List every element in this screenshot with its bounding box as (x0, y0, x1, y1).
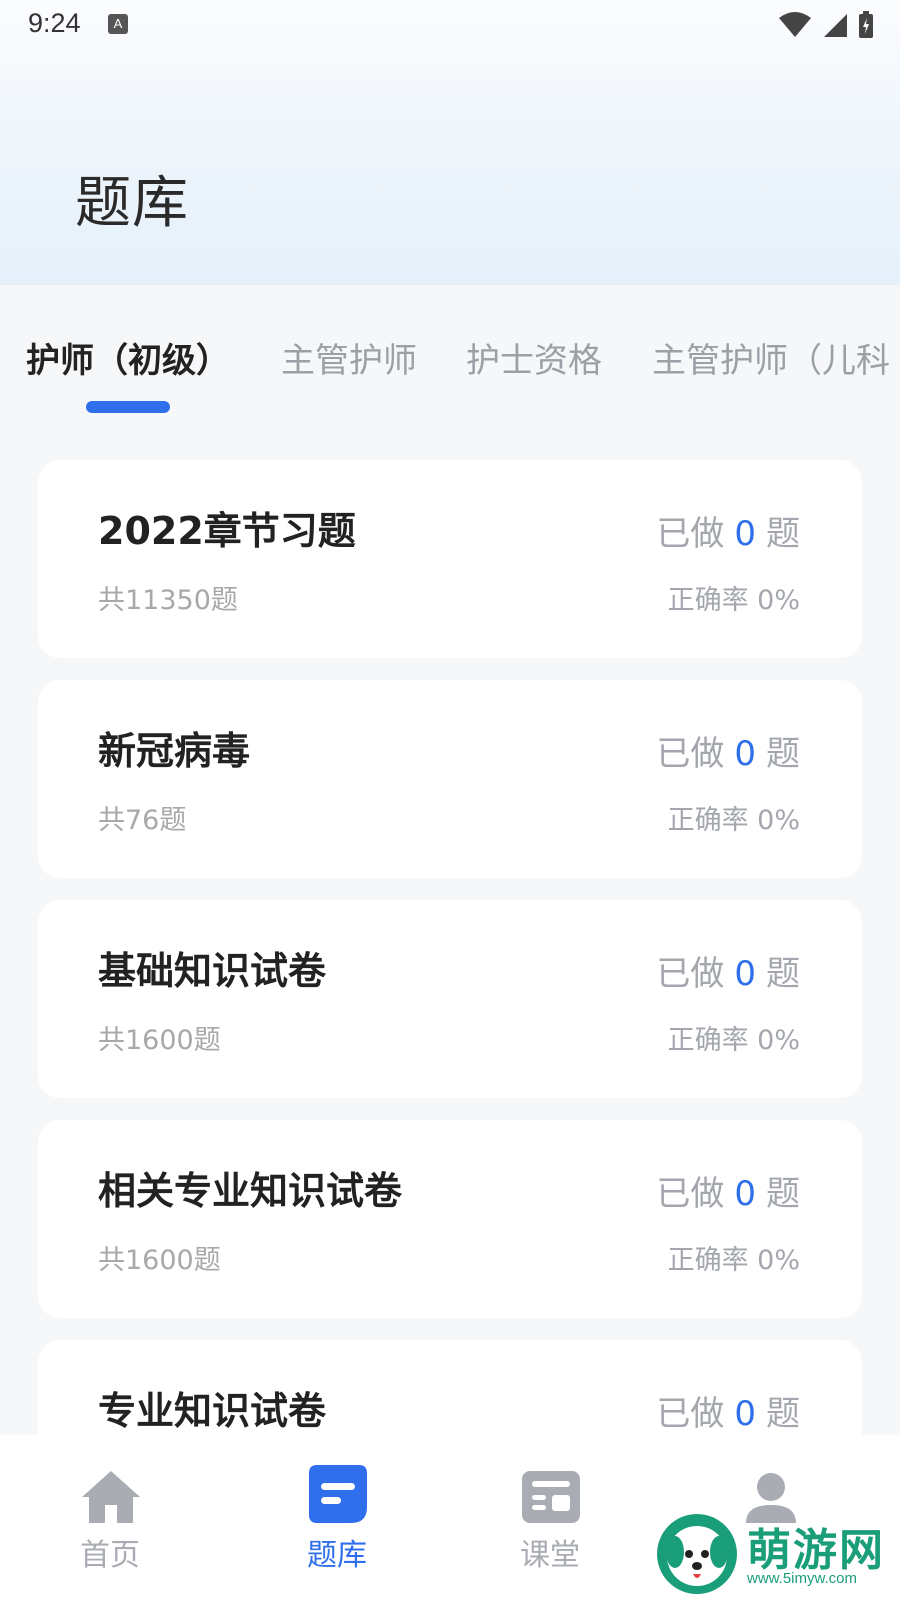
dog-logo-icon (657, 1514, 737, 1594)
question-bank-card[interactable]: 新冠病毒 共76题 已做 0 题 正确率 0% (38, 680, 862, 878)
card-title: 2022章节习题 (98, 509, 356, 553)
card-done-count: 已做 0 题 (656, 734, 800, 774)
watermark-text: 萌游网 (747, 1525, 885, 1576)
card-total: 共1600题 (98, 1245, 221, 1276)
card-title: 新冠病毒 (98, 729, 251, 773)
question-bank-card[interactable]: 专业知识试卷 已做 0 题 (38, 1340, 862, 1435)
card-done-count: 已做 0 题 (656, 1174, 800, 1214)
battery-icon (859, 11, 873, 38)
page-title: 题库 (75, 171, 189, 236)
question-bank-card[interactable]: 2022章节习题 共11350题 已做 0 题 正确率 0% (38, 460, 862, 658)
card-accuracy: 正确率 0% (667, 1245, 800, 1276)
header: 9:24 A 题库 (0, 0, 900, 285)
card-accuracy: 正确率 0% (667, 1025, 800, 1056)
tab-chief-nurse[interactable]: 主管护师 (281, 333, 417, 382)
classroom-icon (522, 1471, 580, 1523)
card-done-count: 已做 0 题 (656, 514, 800, 554)
nav-label: 题库 (307, 1538, 367, 1573)
category-tabs: 护师（初级） 主管护师 护士资格 主管护师（儿科 (0, 285, 900, 420)
tab-nurse-junior[interactable]: 护师（初级） (26, 333, 230, 382)
question-bank-list: 2022章节习题 共11350题 已做 0 题 正确率 0% 新冠病毒 共76题 已… (38, 460, 862, 1435)
status-icons (778, 10, 874, 40)
status-time: 9:24 (28, 8, 81, 38)
card-done-count: 已做 0 题 (656, 1394, 800, 1434)
status-bar: 9:24 A (0, 0, 900, 52)
watermark-url: www.5imyw.com (747, 1570, 858, 1587)
card-total: 共76题 (98, 805, 187, 836)
question-bank-card[interactable]: 基础知识试卷 共1600题 已做 0 题 正确率 0% (38, 900, 862, 1098)
watermark: 萌游网 www.5imyw.com (655, 1510, 900, 1600)
card-title: 专业知识试卷 (98, 1389, 327, 1433)
card-accuracy: 正确率 0% (667, 585, 800, 616)
home-icon (82, 1471, 140, 1523)
card-total: 共1600题 (98, 1025, 221, 1056)
card-title: 相关专业知识试卷 (98, 1169, 403, 1213)
card-title: 基础知识试卷 (98, 949, 327, 993)
nav-label: 首页 (80, 1538, 140, 1573)
card-total: 共11350题 (98, 585, 238, 616)
nav-home[interactable]: 首页 (40, 1435, 180, 1600)
card-accuracy: 正确率 0% (667, 805, 800, 836)
nav-question-bank[interactable]: 题库 (267, 1435, 407, 1600)
nav-classroom[interactable]: 课堂 (480, 1435, 620, 1600)
nav-label: 课堂 (520, 1538, 580, 1573)
card-done-count: 已做 0 题 (656, 954, 800, 994)
tab-chief-nurse-pediatrics[interactable]: 主管护师（儿科 (652, 333, 890, 382)
tab-nurse-qualification[interactable]: 护士资格 (466, 333, 602, 382)
tab-indicator (86, 401, 170, 413)
question-bank-card[interactable]: 相关专业知识试卷 共1600题 已做 0 题 正确率 0% (38, 1120, 862, 1318)
question-bank-icon (309, 1465, 367, 1523)
signal-icon (824, 14, 847, 37)
notification-a-icon: A (108, 14, 128, 34)
wifi-icon (779, 12, 811, 37)
